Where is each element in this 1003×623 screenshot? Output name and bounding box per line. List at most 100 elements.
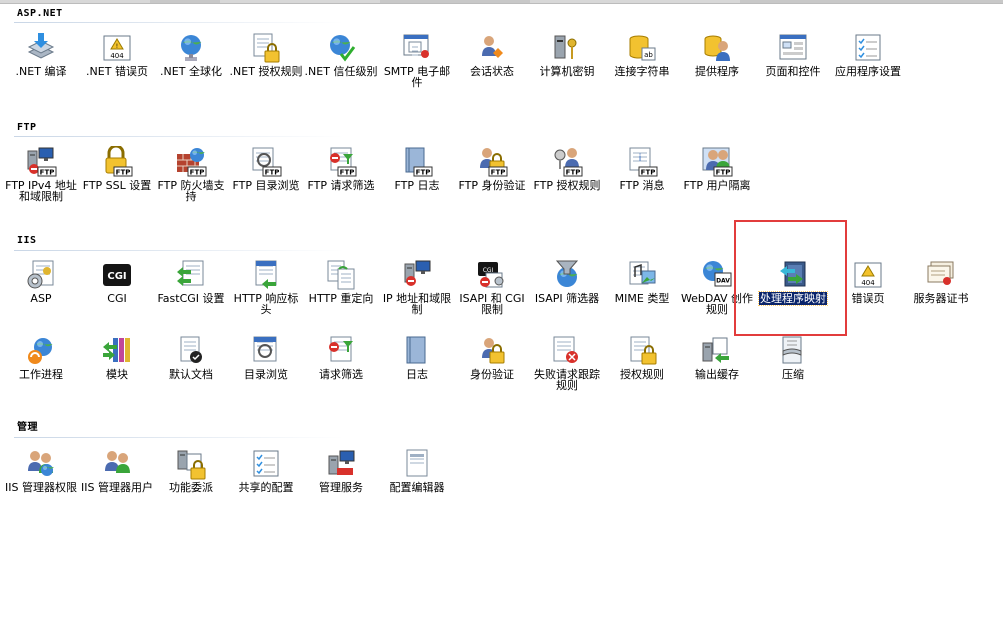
feature-item[interactable]: 404 错误页 (831, 255, 905, 323)
feature-item-label: 模块 (106, 368, 128, 381)
feature-item[interactable]: 共享的配置 (229, 444, 303, 512)
feature-item[interactable]: .NET 编译 (4, 28, 78, 96)
feature-item[interactable]: 日志 (380, 331, 454, 399)
ftp-request-filter-icon: FTP (325, 146, 357, 178)
feature-item[interactable]: 身份验证 (455, 331, 529, 399)
svg-text:CGI: CGI (107, 271, 126, 282)
svg-text:FTP: FTP (265, 169, 280, 177)
feature-item-label: 会话状态 (470, 65, 514, 78)
feature-item[interactable]: CGI CGI (80, 255, 154, 323)
ftp-firewall-icon: FTP (175, 146, 207, 178)
feature-item[interactable]: FTP FTP 日志 (380, 142, 454, 210)
feature-item[interactable]: 页面和控件 (756, 28, 830, 96)
feature-item[interactable]: 模块 (80, 331, 154, 399)
feature-item[interactable]: ISAPI 筛选器 (530, 255, 604, 323)
feature-item-label: 默认文档 (169, 368, 213, 381)
feature-item[interactable]: 请求筛选 (304, 331, 378, 399)
feature-item[interactable]: FTP FTP 请求筛选 (304, 142, 378, 210)
feature-item[interactable]: HTTP 重定向 (304, 255, 378, 323)
section-divider (14, 250, 344, 251)
feature-item[interactable]: 处理程序映射 (756, 255, 830, 323)
feature-item[interactable]: ab 连接字符串 (605, 28, 679, 96)
feature-item[interactable]: 目录浏览 (229, 331, 303, 399)
feature-item-label: HTTP 响应标头 (233, 292, 299, 316)
failed-request-tracing-icon (551, 335, 583, 367)
feature-item[interactable]: 默认文档 (154, 331, 228, 399)
webdav-icon: DAV (701, 259, 733, 291)
feature-item[interactable]: 压缩 (756, 331, 830, 399)
feature-item-label: ISAPI 和 CGI 限制 (459, 292, 525, 316)
feature-item-label: FTP 目录浏览 (232, 179, 300, 192)
shared-config-icon (250, 448, 282, 480)
cgi-icon: CGI (101, 259, 133, 291)
feature-item[interactable]: FastCGI 设置 (154, 255, 228, 323)
feature-item[interactable]: 失败请求跟踪规则 (530, 331, 604, 399)
feature-item[interactable]: MIME 类型 (605, 255, 679, 323)
feature-item[interactable]: 输出缓存 (680, 331, 754, 399)
feature-item[interactable]: 功能委派 (154, 444, 228, 512)
feature-item[interactable]: FTP FTP 身份验证 (455, 142, 529, 210)
svg-text:FTP: FTP (491, 169, 506, 177)
feature-item[interactable]: FTP FTP 用户隔离 (680, 142, 754, 210)
feature-item[interactable]: FTP FTP 防火墙支持 (154, 142, 228, 210)
feature-item-label: FTP 防火墙支持 (157, 179, 225, 203)
feature-item-label: 提供程序 (695, 65, 739, 78)
handler-mappings-icon (777, 259, 809, 291)
feature-item[interactable]: ASP (4, 255, 78, 323)
feature-item[interactable]: IP 地址和域限制 (380, 255, 454, 323)
feature-item[interactable]: 配置编辑器 (380, 444, 454, 512)
feature-item[interactable]: 应用程序设置 (831, 28, 905, 96)
svg-text:ab: ab (644, 51, 653, 59)
feature-item[interactable]: FTP FTP 目录浏览 (229, 142, 303, 210)
ftp-messages-icon: i FTP (626, 146, 658, 178)
feature-item-label: SMTP 电子邮件 (383, 65, 451, 89)
feature-item-label: .NET 错误页 (86, 65, 148, 78)
feature-item[interactable]: .NET 全球化 (154, 28, 228, 96)
feature-item[interactable]: FTP FTP IPv4 地址和域限制 (4, 142, 78, 210)
feature-item[interactable]: IIS 管理器权限 (4, 444, 78, 512)
pages-controls-icon (777, 32, 809, 64)
feature-item[interactable]: .NET 授权规则 (229, 28, 303, 96)
feature-item-label: 输出缓存 (695, 368, 739, 381)
feature-delegation-icon (175, 448, 207, 480)
feature-item[interactable]: 管理服务 (304, 444, 378, 512)
manager-users-icon (101, 448, 133, 480)
feature-item-label: 功能委派 (169, 481, 213, 494)
ftp-ip-restriction-icon: FTP (25, 146, 57, 178)
feature-item[interactable]: DAV WebDAV 创作规则 (680, 255, 754, 323)
feature-item[interactable]: 授权规则 (605, 331, 679, 399)
feature-item[interactable]: SMTP 电子邮件 (380, 28, 454, 96)
feature-item-label: .NET 信任级别 (304, 65, 378, 78)
feature-item-label: 服务器证书 (913, 292, 969, 305)
feature-item[interactable]: 计算机密钥 (530, 28, 604, 96)
error-404-icon: ! 404 (101, 32, 133, 64)
feature-item-label: HTTP 重定向 (308, 292, 374, 305)
feature-item[interactable]: .NET 信任级别 (304, 28, 378, 96)
feature-item[interactable]: FTP FTP SSL 设置 (80, 142, 154, 210)
ftp-user-isolation-icon: FTP (701, 146, 733, 178)
feature-item[interactable]: ! 404 .NET 错误页 (80, 28, 154, 96)
feature-item-label: FastCGI 设置 (157, 292, 225, 305)
http-redirect-icon (325, 259, 357, 291)
error-page-404-icon: 404 (852, 259, 884, 291)
window-top-edge (0, 0, 1003, 4)
feature-item[interactable]: IIS 管理器用户 (80, 444, 154, 512)
feature-item-label: 目录浏览 (244, 368, 288, 381)
feature-item-label: .NET 授权规则 (229, 65, 303, 78)
feature-item[interactable]: FTP FTP 授权规则 (530, 142, 604, 210)
ftp-log-icon: FTP (401, 146, 433, 178)
svg-text:i: i (639, 153, 642, 164)
feature-item[interactable]: CGI ISAPI 和 CGI 限制 (455, 255, 529, 323)
trust-globe-check-icon (325, 32, 357, 64)
feature-item[interactable]: i FTP FTP 消息 (605, 142, 679, 210)
feature-item[interactable]: 提供程序 (680, 28, 754, 96)
feature-item[interactable]: 会话状态 (455, 28, 529, 96)
feature-item-label: ISAPI 筛选器 (534, 292, 600, 305)
feature-item[interactable]: HTTP 响应标头 (229, 255, 303, 323)
feature-item[interactable]: 工作进程 (4, 331, 78, 399)
server-certificate-icon (925, 259, 957, 291)
request-filter-icon (325, 335, 357, 367)
management-service-icon (325, 448, 357, 480)
feature-item[interactable]: 服务器证书 (904, 255, 978, 323)
section-header-aspnet: ASP.NET (17, 8, 63, 19)
